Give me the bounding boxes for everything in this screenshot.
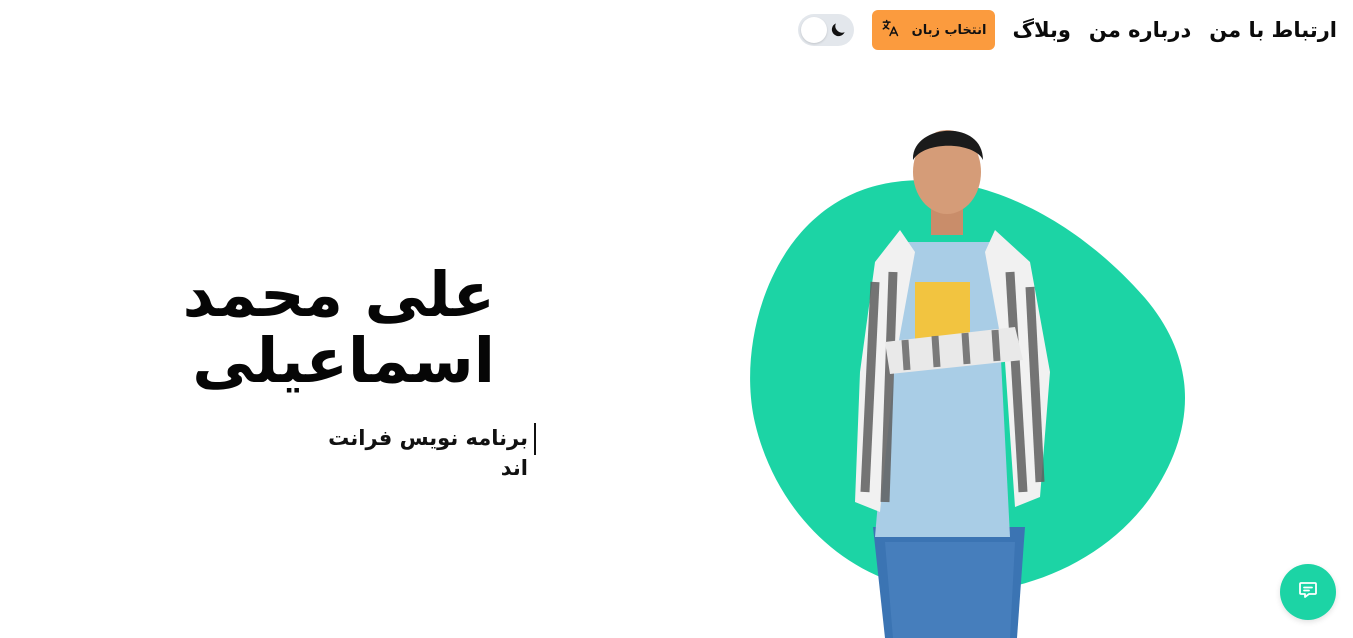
nav-link-blog[interactable]: وبلاگ bbox=[1013, 18, 1071, 42]
language-button-label: انتخاب زبان bbox=[911, 22, 987, 38]
chat-bubble-icon bbox=[1296, 578, 1320, 606]
main-nav: ارتباط با من درباره من وبلاگ انتخاب زبان bbox=[797, 10, 1337, 50]
theme-toggle[interactable] bbox=[797, 14, 854, 46]
translate-icon bbox=[880, 18, 900, 42]
moon-icon bbox=[828, 20, 848, 40]
hero-name-line2: اسماعیلی bbox=[192, 324, 495, 397]
nav-link-contact[interactable]: ارتباط با من bbox=[1209, 18, 1337, 42]
hero-name: علی محمد اسماعیلی bbox=[150, 262, 495, 394]
nav-link-about[interactable]: درباره من bbox=[1089, 18, 1191, 42]
language-select-button[interactable]: انتخاب زبان bbox=[871, 10, 995, 50]
profile-photo bbox=[855, 130, 1050, 638]
theme-toggle-knob bbox=[800, 17, 827, 43]
hero-name-line1: علی محمد bbox=[182, 258, 495, 331]
chat-button[interactable] bbox=[1280, 564, 1336, 620]
hero-role-typing: برنامه نویس فرانت اند bbox=[300, 423, 536, 480]
